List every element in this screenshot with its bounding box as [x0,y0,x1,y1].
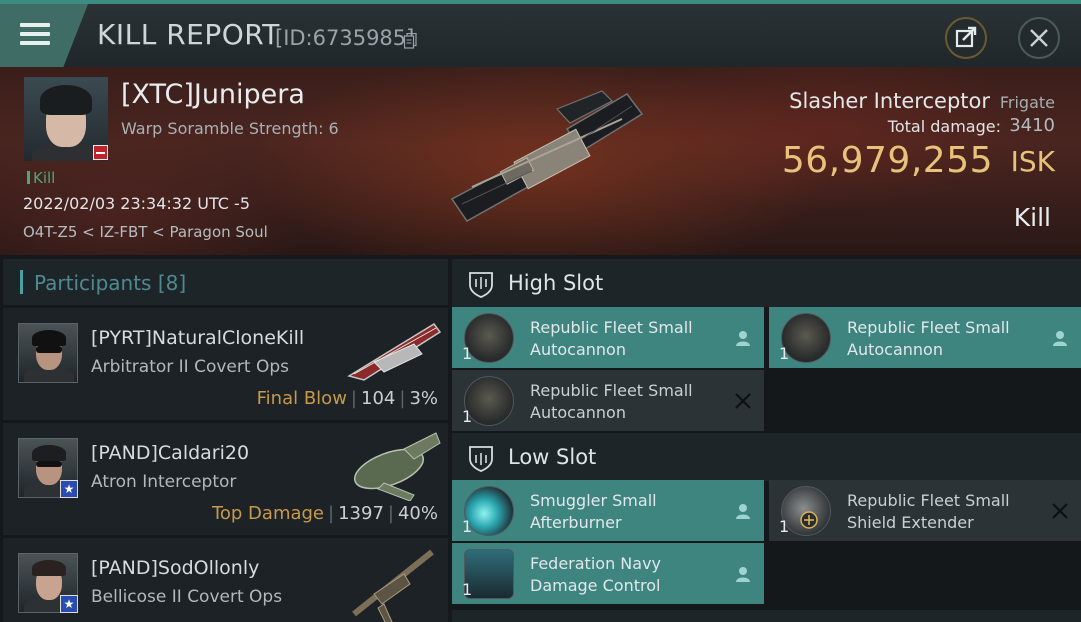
close-icon [1030,29,1048,47]
glasses-icon [36,461,62,467]
module-name: Smuggler Small Afterburner [530,491,657,532]
module-item[interactable]: 1 Republic Fleet Small Autocannon [452,307,764,368]
module-name: Republic Fleet Small Autocannon [530,381,693,422]
high-slot-header[interactable]: High Slot [452,259,1081,307]
victim-banner: [XTC]Junipera Warp Soramble Strength: 6 … [0,67,1081,255]
next-slot-header[interactable] [452,610,1081,622]
participant-ship-image[interactable] [344,544,444,622]
low-slot-title: Low Slot [508,445,597,469]
hamburger-icon [20,23,50,27]
star-badge-icon: ★ [60,480,78,498]
participant-damage: 1397 [338,503,384,524]
participants-header[interactable]: Participants [8] [3,259,448,305]
high-slot-title: High Slot [508,271,604,295]
participant-damage: 104 [361,388,396,409]
window-title: KILL REPORT [97,18,280,51]
copy-icon[interactable] [404,33,417,49]
high-slot-shield-icon [469,272,493,298]
participant-name[interactable]: [PYRT]NaturalCloneKill [91,327,304,349]
participant-ship[interactable]: Arbitrator II Covert Ops [91,357,289,377]
close-button[interactable] [1018,17,1060,59]
victim-ship-class: Frigate [999,93,1055,112]
participant-portrait[interactable] [18,323,78,383]
kill-location[interactable]: O4T-Z5 < IZ-FBT < Paragon Soul [23,223,268,241]
participant-name[interactable]: [PAND]SodOllonly [91,557,259,579]
dropped-person-icon [736,504,750,519]
participant-row[interactable]: [PYRT]NaturalCloneKill Arbitrator II Cov… [3,308,448,420]
module-item[interactable]: 1 Smuggler Small Afterburner [452,480,764,541]
isk-value: 56,979,255 [781,140,993,181]
module-quantity: 1 [462,580,473,599]
low-slot-header[interactable]: Low Slot [452,433,1081,481]
module-quantity: 1 [462,517,473,536]
participants-panel: Participants [8] [PYRT]NaturalCloneKill … [0,259,448,622]
sunglasses-icon [36,346,62,353]
participants-title: Participants [8] [34,271,187,295]
standing-negative-icon [93,145,108,160]
participant-row[interactable]: ★ [PAND]SodOllonly Bellicose II Covert O… [3,538,448,622]
participant-damage-percent: 3% [409,388,438,409]
participant-ship-image[interactable] [344,429,444,501]
module-quantity: 1 [779,517,790,536]
module-name: Republic Fleet Small Autocannon [847,318,1010,359]
participant-ship-image[interactable] [344,314,444,386]
victim-ship-image[interactable] [432,89,652,229]
fitting-panel: High Slot 1 Republic Fleet Small Autocan… [452,259,1081,622]
total-damage-value: 3410 [1009,115,1055,136]
participant-ship[interactable]: Atron Interceptor [91,472,236,492]
kill-tag: Kill [27,169,55,187]
module-item[interactable]: 1 Federation Navy Damage Control [452,543,764,604]
module-name: Federation Navy Damage Control [530,554,661,595]
module-item[interactable]: 1 Republic Fleet Small Autocannon [452,370,764,431]
low-slot-shield-icon [469,446,493,472]
top-damage-tag: Top Damage [211,503,325,524]
share-button[interactable] [945,17,987,59]
isk-unit: ISK [1010,145,1055,178]
module-item[interactable]: 1 Republic Fleet Small Autocannon [769,307,1081,368]
module-quantity: 1 [779,344,790,363]
victim-name[interactable]: [XTC]Junipera [121,79,305,110]
module-name: Republic Fleet Small Autocannon [530,318,693,359]
participant-stats: Final Blow | 104 | 3% [256,388,438,409]
title-bar: KILL REPORT [ID:6735985] [0,0,1081,67]
menu-button[interactable] [0,4,88,67]
warp-scramble-strength: Warp Soramble Strength: 6 [121,119,339,138]
dropped-person-icon [736,567,750,582]
dropped-person-icon [1053,331,1067,346]
participant-ship[interactable]: Bellicose II Covert Ops [91,587,282,607]
dropped-person-icon [736,331,750,346]
module-name: Republic Fleet Small Shield Extender [847,491,1010,532]
module-item[interactable]: 1 Republic Fleet Small Shield Extender [769,480,1081,541]
destroyed-x-icon [1052,503,1068,519]
module-quantity: 1 [462,344,473,363]
star-badge-icon: ★ [60,595,78,613]
participant-name[interactable]: [PAND]Caldari20 [91,442,249,464]
destroyed-x-icon [735,393,751,409]
victim-ship-name[interactable]: Slasher Interceptor [789,89,990,113]
participant-row[interactable]: ★ [PAND]Caldari20 Atron Interceptor Top … [3,423,448,535]
module-quantity: 1 [462,407,473,426]
external-link-icon [955,26,977,48]
kill-result: Kill [1013,203,1051,232]
kill-datetime: 2022/02/03 23:34:32 UTC -5 [23,194,251,213]
report-id: [ID:6735985] [275,26,415,50]
participant-damage-percent: 40% [397,503,438,524]
participant-stats: Top Damage | 1397 | 40% [211,503,438,524]
final-blow-tag: Final Blow [256,388,347,409]
plus-circle-icon [800,511,818,529]
total-damage-label: Total damage: [887,117,1001,136]
